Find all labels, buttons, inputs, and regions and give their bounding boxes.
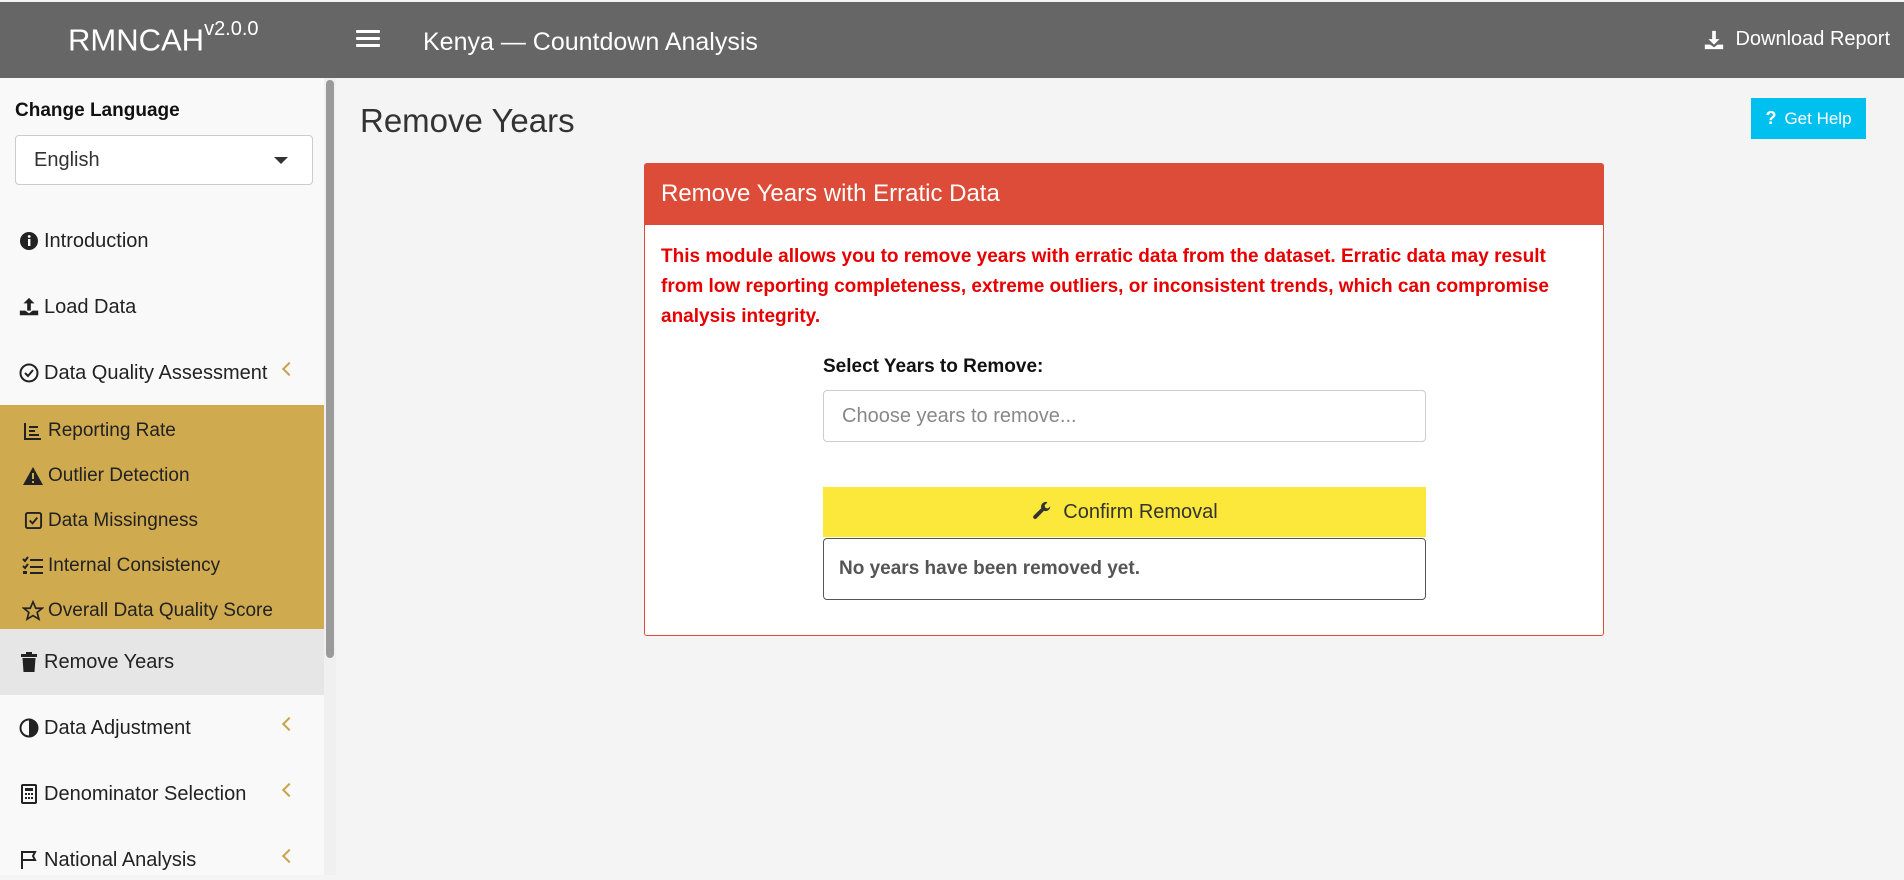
sidebar: Change Language English Introduction Loa…: [0, 78, 336, 875]
hamburger-icon: [356, 30, 380, 33]
sidebar-item-national-analysis[interactable]: National Analysis: [0, 827, 324, 875]
sidebar-subitem-overall-data-quality-score[interactable]: Overall Data Quality Score: [0, 588, 324, 633]
sidebar-toggle-button[interactable]: [356, 26, 380, 50]
sidebar-item-label: Introduction: [44, 229, 149, 252]
sidebar-scrollbar[interactable]: [324, 78, 336, 875]
data-quality-submenu: Reporting Rate Outlier Detection Data Mi…: [0, 405, 324, 629]
sidebar-subitem-label: Overall Data Quality Score: [48, 599, 273, 621]
sidebar-scrollbar-thumb[interactable]: [326, 80, 334, 658]
sidebar-subitem-label: Internal Consistency: [48, 554, 221, 576]
app-brand: RMNCAHv2.0.0: [68, 18, 259, 58]
sidebar-item-data-quality-assessment[interactable]: Data Quality Assessment: [0, 340, 324, 406]
select-years-label: Select Years to Remove:: [823, 356, 1044, 377]
remove-years-panel: Remove Years with Erratic Data This modu…: [644, 163, 1604, 636]
sidebar-subitem-internal-consistency[interactable]: Internal Consistency: [0, 543, 324, 588]
sidebar-item-label: National Analysis: [44, 848, 197, 871]
page-title: Remove Years: [360, 102, 575, 139]
app-title: Kenya — Countdown Analysis: [423, 28, 758, 56]
years-select-input[interactable]: Choose years to remove...: [823, 390, 1426, 442]
change-language-label: Change Language: [15, 100, 180, 121]
confirm-removal-label: Confirm Removal: [1063, 500, 1218, 523]
list-check-icon: [22, 555, 44, 577]
download-icon: [1705, 30, 1724, 49]
get-help-label: Get Help: [1784, 108, 1852, 128]
sidebar-item-data-adjustment[interactable]: Data Adjustment: [0, 695, 324, 761]
sidebar-item-denominator-selection[interactable]: Denominator Selection: [0, 761, 324, 827]
download-report-label: Download Report: [1735, 28, 1890, 50]
sidebar-subitem-outlier-detection[interactable]: Outlier Detection: [0, 453, 324, 498]
question-icon: ?: [1765, 108, 1777, 128]
sidebar-item-introduction[interactable]: Introduction: [0, 208, 324, 274]
info-circle-icon: [18, 230, 40, 252]
wrench-icon: [1033, 501, 1051, 519]
confirm-removal-button[interactable]: Confirm Removal: [823, 487, 1426, 537]
brand-name: RMNCAH: [68, 22, 205, 58]
language-select[interactable]: English: [15, 135, 313, 185]
top-navbar: RMNCAHv2.0.0 Kenya — Countdown Analysis …: [0, 2, 1904, 78]
adjust-icon: [18, 717, 40, 739]
version-label: v2.0.0: [204, 18, 259, 40]
sidebar-item-remove-years[interactable]: Remove Years: [0, 629, 324, 695]
chart-line-icon: [22, 420, 44, 442]
module-description: This module allows you to remove years w…: [661, 246, 1549, 327]
chevron-left-icon: [281, 782, 297, 798]
chevron-left-icon: [281, 716, 297, 732]
get-help-button[interactable]: ? Get Help: [1751, 98, 1866, 139]
calculator-icon: [18, 783, 40, 805]
sidebar-subitem-label: Outlier Detection: [48, 464, 190, 486]
sidebar-subitem-reporting-rate[interactable]: Reporting Rate: [0, 408, 324, 453]
sidebar-item-label: Data Quality Assessment: [44, 361, 268, 384]
sidebar-item-label: Load Data: [44, 295, 137, 318]
chevron-left-icon: [281, 361, 297, 377]
sidebar-item-load-data[interactable]: Load Data: [0, 274, 324, 340]
caret-down-icon: [274, 157, 288, 164]
flag-icon: [18, 849, 40, 871]
chevron-left-icon: [281, 848, 297, 864]
check-square-icon: [22, 510, 44, 532]
sidebar-subitem-label: Reporting Rate: [48, 419, 176, 441]
download-report-button[interactable]: Download Report: [1703, 28, 1890, 51]
sidebar-item-label: Denominator Selection: [44, 782, 247, 805]
language-select-value: English: [34, 149, 100, 171]
sidebar-subitem-label: Data Missingness: [48, 509, 198, 531]
sidebar-item-label: Data Adjustment: [44, 716, 191, 739]
sidebar-item-label: Remove Years: [44, 650, 175, 673]
panel-title: Remove Years with Erratic Data: [645, 164, 1603, 225]
check-circle-icon: [18, 362, 40, 384]
warning-icon: [22, 465, 44, 487]
removal-status-box: No years have been removed yet.: [823, 538, 1426, 600]
trash-icon: [18, 651, 40, 673]
upload-icon: [18, 296, 40, 318]
sidebar-subitem-data-missingness[interactable]: Data Missingness: [0, 498, 324, 543]
star-icon: [22, 599, 44, 622]
